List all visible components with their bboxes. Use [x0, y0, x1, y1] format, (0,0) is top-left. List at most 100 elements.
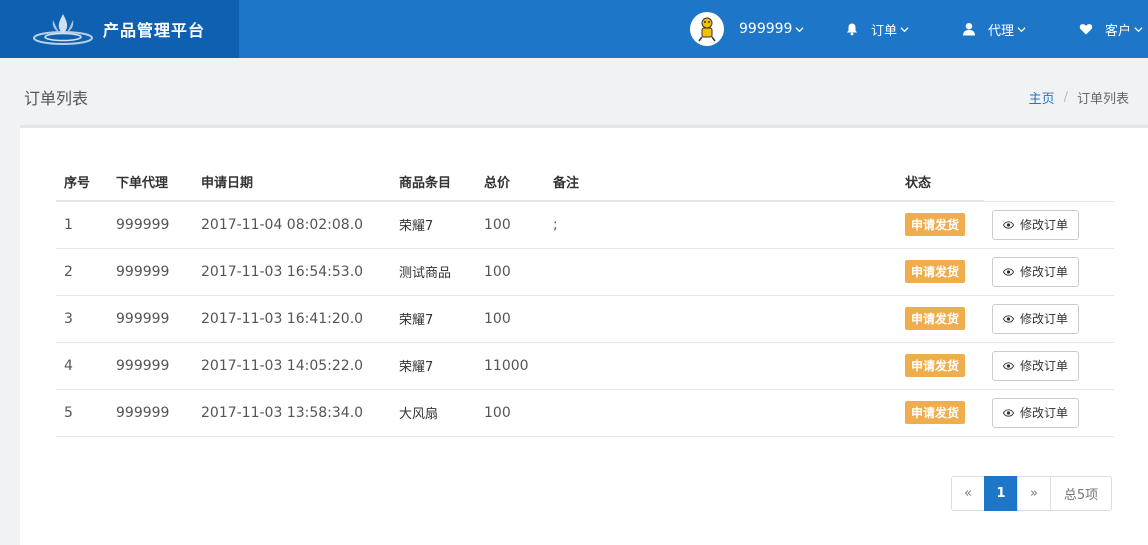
table-row: 4 999999 2017-11-03 14:05:22.0 荣耀7 11000… [56, 342, 1114, 390]
eye-icon [1003, 220, 1014, 229]
chevron-down-icon [1134, 26, 1143, 32]
cell-remark: ; [545, 201, 897, 249]
orders-table: 序号 下单代理 申请日期 商品条目 总价 备注 状态 1 999999 2017… [56, 163, 1114, 437]
cell-status: 申请发货 [897, 342, 984, 390]
cell-action: 修改订单 [984, 389, 1114, 437]
pagination-page-1[interactable]: 1 [984, 476, 1018, 511]
edit-order-label: 修改订单 [1020, 218, 1069, 232]
cell-goods: 荣耀7 [391, 342, 476, 390]
cell-date: 2017-11-04 08:02:08.0 [193, 201, 391, 249]
brand[interactable]: 产品管理平台 [0, 0, 239, 58]
cell-date: 2017-11-03 16:41:20.0 [193, 295, 391, 343]
chevron-down-icon [795, 26, 804, 32]
nav-orders[interactable]: 订单 [845, 19, 909, 39]
cell-date: 2017-11-03 14:05:22.0 [193, 342, 391, 390]
edit-order-button[interactable]: 修改订单 [992, 350, 1080, 381]
cell-price: 100 [476, 248, 545, 296]
nav-agent-label: 代理 [988, 23, 1015, 39]
edit-order-button[interactable]: 修改订单 [992, 256, 1080, 287]
cell-agent: 999999 [108, 248, 193, 296]
logo-icon [33, 14, 93, 45]
cell-remark [545, 389, 897, 437]
cell-status: 申请发货 [897, 248, 984, 296]
nav-orders-label: 订单 [871, 23, 898, 39]
edit-order-label: 修改订单 [1020, 359, 1069, 373]
top-navbar: 产品管理平台 999999 订单 代理 客户 [0, 0, 1148, 58]
cell-action: 修改订单 [984, 295, 1114, 343]
cell-no: 3 [56, 295, 108, 343]
nav-agent[interactable]: 代理 [962, 19, 1026, 39]
heart-icon [1079, 24, 1093, 35]
nav-client-label: 客户 [1105, 23, 1132, 39]
pagination-prev-button[interactable]: « [951, 476, 985, 511]
table-row: 5 999999 2017-11-03 13:58:34.0 大风扇 100 申… [56, 389, 1114, 437]
column-header-status: 状态 [897, 163, 984, 202]
cell-action: 修改订单 [984, 342, 1114, 390]
status-badge: 申请发货 [905, 401, 966, 424]
table-row: 3 999999 2017-11-03 16:41:20.0 荣耀7 100 申… [56, 295, 1114, 343]
status-badge: 申请发货 [905, 260, 966, 283]
cell-agent: 999999 [108, 295, 193, 343]
cell-remark [545, 295, 897, 343]
breadcrumb: 主页 / 订单列表 [1029, 88, 1129, 107]
breadcrumb-current: 订单列表 [1076, 92, 1129, 107]
user-menu[interactable]: 999999 [690, 11, 804, 47]
column-header-price: 总价 [476, 163, 545, 202]
edit-order-button[interactable]: 修改订单 [992, 303, 1080, 334]
cell-agent: 999999 [108, 389, 193, 437]
cell-price: 100 [476, 389, 545, 437]
cell-date: 2017-11-03 13:58:34.0 [193, 389, 391, 437]
status-badge: 申请发货 [905, 307, 966, 330]
bell-icon [847, 23, 857, 36]
page-title: 订单列表 [24, 89, 89, 108]
eye-icon [1003, 361, 1014, 370]
edit-order-label: 修改订单 [1020, 312, 1069, 326]
column-header-no: 序号 [56, 163, 108, 202]
user-name: 999999 [739, 21, 793, 37]
cell-date: 2017-11-03 16:54:53.0 [193, 248, 391, 296]
cell-status: 申请发货 [897, 389, 984, 437]
cell-action: 修改订单 [984, 248, 1114, 296]
table-row: 1 999999 2017-11-04 08:02:08.0 荣耀7 100 ;… [56, 201, 1114, 249]
status-badge: 申请发货 [905, 213, 966, 237]
cell-no: 1 [56, 201, 108, 249]
eye-icon [1003, 408, 1014, 417]
cell-no: 4 [56, 342, 108, 390]
cell-price: 100 [476, 295, 545, 343]
eye-icon [1003, 267, 1014, 276]
pagination-next-button[interactable]: » [1017, 476, 1051, 511]
pagination: « 1 » 总5项 [951, 476, 1112, 511]
table-header-row: 序号 下单代理 申请日期 商品条目 总价 备注 状态 [56, 163, 1114, 202]
avatar [690, 12, 724, 46]
brand-title: 产品管理平台 [103, 21, 206, 40]
user-icon [963, 23, 975, 36]
orders-table-body: 1 999999 2017-11-04 08:02:08.0 荣耀7 100 ;… [56, 201, 1114, 437]
breadcrumb-separator: / [1063, 90, 1068, 105]
status-badge: 申请发货 [905, 354, 966, 377]
column-header-action [984, 163, 1114, 202]
chevron-down-icon [1017, 26, 1026, 32]
cell-action: 修改订单 [984, 201, 1114, 249]
column-header-remark: 备注 [545, 163, 897, 202]
cell-goods: 大风扇 [391, 389, 476, 437]
cell-price: 11000 [476, 342, 545, 390]
chevron-down-icon [900, 26, 909, 32]
avatar-mascot-icon [698, 17, 716, 42]
nav-client[interactable]: 客户 [1079, 19, 1143, 39]
cell-goods: 测试商品 [391, 248, 476, 296]
cell-agent: 999999 [108, 201, 193, 249]
edit-order-button[interactable]: 修改订单 [992, 209, 1080, 240]
eye-icon [1003, 314, 1014, 323]
cell-no: 2 [56, 248, 108, 296]
cell-price: 100 [476, 201, 545, 249]
cell-status: 申请发货 [897, 201, 984, 249]
edit-order-label: 修改订单 [1020, 265, 1069, 279]
cell-agent: 999999 [108, 342, 193, 390]
column-header-agent: 下单代理 [108, 163, 193, 202]
breadcrumb-home-link[interactable]: 主页 [1029, 88, 1055, 107]
edit-order-button[interactable]: 修改订单 [992, 397, 1080, 428]
orders-card: 序号 下单代理 申请日期 商品条目 总价 备注 状态 1 999999 2017… [20, 125, 1148, 545]
pagination-total: 总5项 [1050, 476, 1112, 511]
cell-goods: 荣耀7 [391, 295, 476, 343]
column-header-goods: 商品条目 [391, 163, 476, 202]
